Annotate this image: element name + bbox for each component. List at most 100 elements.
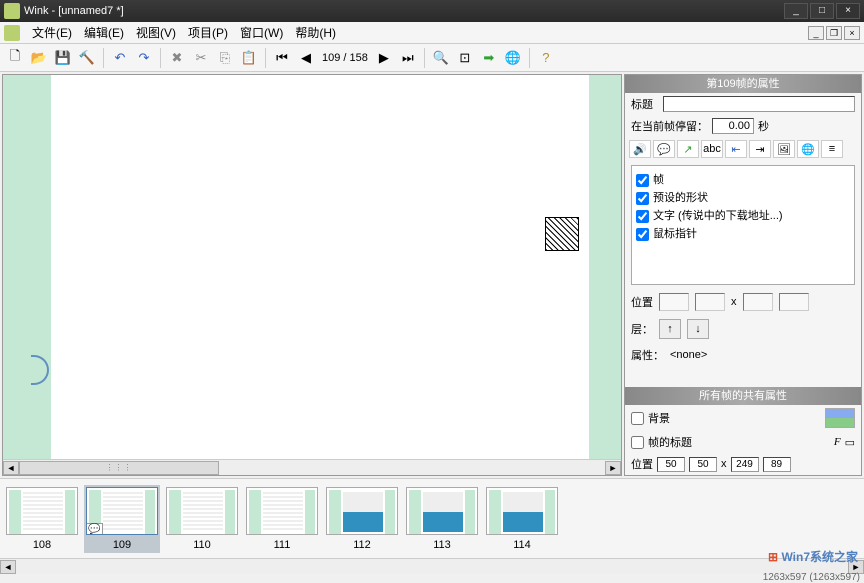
delete-icon[interactable]: ✖ xyxy=(166,47,188,69)
font-button[interactable]: F xyxy=(834,436,841,448)
url-icon[interactable]: 🌐 xyxy=(797,140,819,158)
close-button[interactable]: × xyxy=(836,3,860,19)
workspace: ◄ ⋮⋮⋮ ► 第109帧的属性 标题 在当前帧停留： 秒 🔊 💬 ↗ abc … xyxy=(0,72,864,478)
bottom-area: 108 💬109 110 111 112 113 114 ◄ ► xyxy=(0,478,864,574)
zoom-out-icon[interactable]: 🔍 xyxy=(430,47,452,69)
title-label: 标题 xyxy=(631,96,659,112)
paste-icon[interactable]: 📋 xyxy=(238,47,260,69)
menu-file[interactable]: 文件(E) xyxy=(26,22,78,43)
frametitle-label: 帧的标题 xyxy=(648,434,692,450)
more-icon[interactable]: ≡ xyxy=(821,140,843,158)
menu-project[interactable]: 项目(P) xyxy=(182,22,234,43)
help-icon[interactable]: ? xyxy=(535,47,557,69)
position-label: 位置 xyxy=(631,294,653,310)
arrow-icon[interactable]: ↗ xyxy=(677,140,699,158)
next-icon[interactable]: ▶ xyxy=(373,47,395,69)
menu-help[interactable]: 帮助(H) xyxy=(289,22,342,43)
thumb-scrollbar[interactable]: ◄ ► xyxy=(0,558,864,574)
thumb-110[interactable]: 110 xyxy=(166,487,238,551)
mdi-minimize[interactable]: _ xyxy=(808,26,824,40)
chk-cursor[interactable]: 鼠标指针 xyxy=(636,224,850,242)
chk-frame[interactable]: 帧 xyxy=(636,170,850,188)
save-icon[interactable]: 💾 xyxy=(52,47,74,69)
minimize-button[interactable]: _ xyxy=(784,3,808,19)
build-icon[interactable]: 🔨 xyxy=(76,47,98,69)
scroll-left-button[interactable]: ◄ xyxy=(3,461,19,475)
thumb-113[interactable]: 113 xyxy=(406,487,478,551)
common-pos-w[interactable] xyxy=(731,457,759,472)
attr-label: 属性： xyxy=(631,347,664,363)
stay-input[interactable] xyxy=(712,118,754,134)
prev-icon[interactable]: ◀ xyxy=(295,47,317,69)
thumb-111[interactable]: 111 xyxy=(246,487,318,551)
horizontal-scrollbar[interactable]: ◄ ⋮⋮⋮ ► xyxy=(3,459,621,475)
properties-panel: 第109帧的属性 标题 在当前帧停留： 秒 🔊 💬 ↗ abc ⇤ ⇥ 🖼 🌐 … xyxy=(624,74,862,476)
mdi-restore[interactable]: ❐ xyxy=(826,26,842,40)
title-input[interactable] xyxy=(663,96,855,112)
chk-text[interactable]: 文字 (传说中的下载地址...) xyxy=(636,206,850,224)
bg-checkbox[interactable] xyxy=(631,412,644,425)
attr-value: <none> xyxy=(670,349,707,361)
undo-icon[interactable]: ↶ xyxy=(109,47,131,69)
callout-icon[interactable]: 💬 xyxy=(653,140,675,158)
cut-icon[interactable]: ✂ xyxy=(190,47,212,69)
thumb-scroll-left[interactable]: ◄ xyxy=(0,560,16,574)
menu-window[interactable]: 窗口(W) xyxy=(234,22,289,43)
scroll-thumb[interactable]: ⋮⋮⋮ xyxy=(19,461,219,475)
canvas[interactable] xyxy=(3,75,621,459)
sound-icon[interactable]: 🔊 xyxy=(629,140,651,158)
menu-edit[interactable]: 编辑(E) xyxy=(78,22,130,43)
separator xyxy=(160,48,161,68)
separator xyxy=(265,48,266,68)
last-icon[interactable]: ⏭ xyxy=(397,47,419,69)
run-icon[interactable]: ➡ xyxy=(478,47,500,69)
common-x-sep: x xyxy=(721,458,727,470)
right-margin xyxy=(589,75,621,459)
frame-position: 109 / 158 xyxy=(319,52,371,64)
pos-h-input[interactable] xyxy=(779,293,809,311)
layer-up-button[interactable]: ↑ xyxy=(659,319,681,339)
thumb-114[interactable]: 114 xyxy=(486,487,558,551)
status-dimensions: 1263x597 (1263x597) xyxy=(763,572,860,583)
separator xyxy=(529,48,530,68)
new-icon[interactable]: 🗋 xyxy=(4,47,26,69)
mdi-close[interactable]: × xyxy=(844,26,860,40)
link-icon[interactable]: ⇥ xyxy=(749,140,771,158)
properties-header: 第109帧的属性 xyxy=(625,75,861,93)
scroll-track[interactable]: ⋮⋮⋮ xyxy=(19,461,605,475)
layers-list: 帧 预设的形状 文字 (传说中的下载地址...) 鼠标指针 xyxy=(631,165,855,285)
layer-label: 层： xyxy=(631,321,653,337)
maximize-button[interactable]: □ xyxy=(810,3,834,19)
thumb-112[interactable]: 112 xyxy=(326,487,398,551)
menu-view[interactable]: 视图(V) xyxy=(130,22,182,43)
first-icon[interactable]: ⏮ xyxy=(271,47,293,69)
image-icon[interactable]: 🖼 xyxy=(773,140,795,158)
left-margin xyxy=(3,75,51,459)
pos-y-input[interactable] xyxy=(695,293,725,311)
frametitle-checkbox[interactable] xyxy=(631,436,644,449)
textbox-icon[interactable]: abc xyxy=(701,140,723,158)
common-pos-y[interactable] xyxy=(689,457,717,472)
common-pos-x[interactable] xyxy=(657,457,685,472)
thumb-108[interactable]: 108 xyxy=(6,487,78,551)
bg-preview[interactable] xyxy=(825,408,855,428)
pos-x-input[interactable] xyxy=(659,293,689,311)
goto-icon[interactable]: ⇤ xyxy=(725,140,747,158)
color-button[interactable]: ▭ xyxy=(845,436,855,449)
web-icon[interactable]: 🌐 xyxy=(502,47,524,69)
scroll-right-button[interactable]: ► xyxy=(605,461,621,475)
zoom-fit-icon[interactable]: ⊡ xyxy=(454,47,476,69)
thumb-109[interactable]: 💬109 xyxy=(84,485,160,553)
pos-w-input[interactable] xyxy=(743,293,773,311)
chk-preset[interactable]: 预设的形状 xyxy=(636,188,850,206)
titlebar: Wink - [unnamed7 *] _ □ × xyxy=(0,0,864,22)
open-icon[interactable]: 📂 xyxy=(28,47,50,69)
common-pos-h[interactable] xyxy=(763,457,791,472)
menubar: 文件(E) 编辑(E) 视图(V) 项目(P) 窗口(W) 帮助(H) _ ❐ … xyxy=(0,22,864,44)
copy-icon[interactable]: ⎘ xyxy=(214,47,236,69)
thumb-scroll-track[interactable] xyxy=(16,560,848,574)
doc-icon xyxy=(4,25,20,41)
redo-icon[interactable]: ↷ xyxy=(133,47,155,69)
layer-down-button[interactable]: ↓ xyxy=(687,319,709,339)
preset-shape[interactable] xyxy=(545,217,579,251)
